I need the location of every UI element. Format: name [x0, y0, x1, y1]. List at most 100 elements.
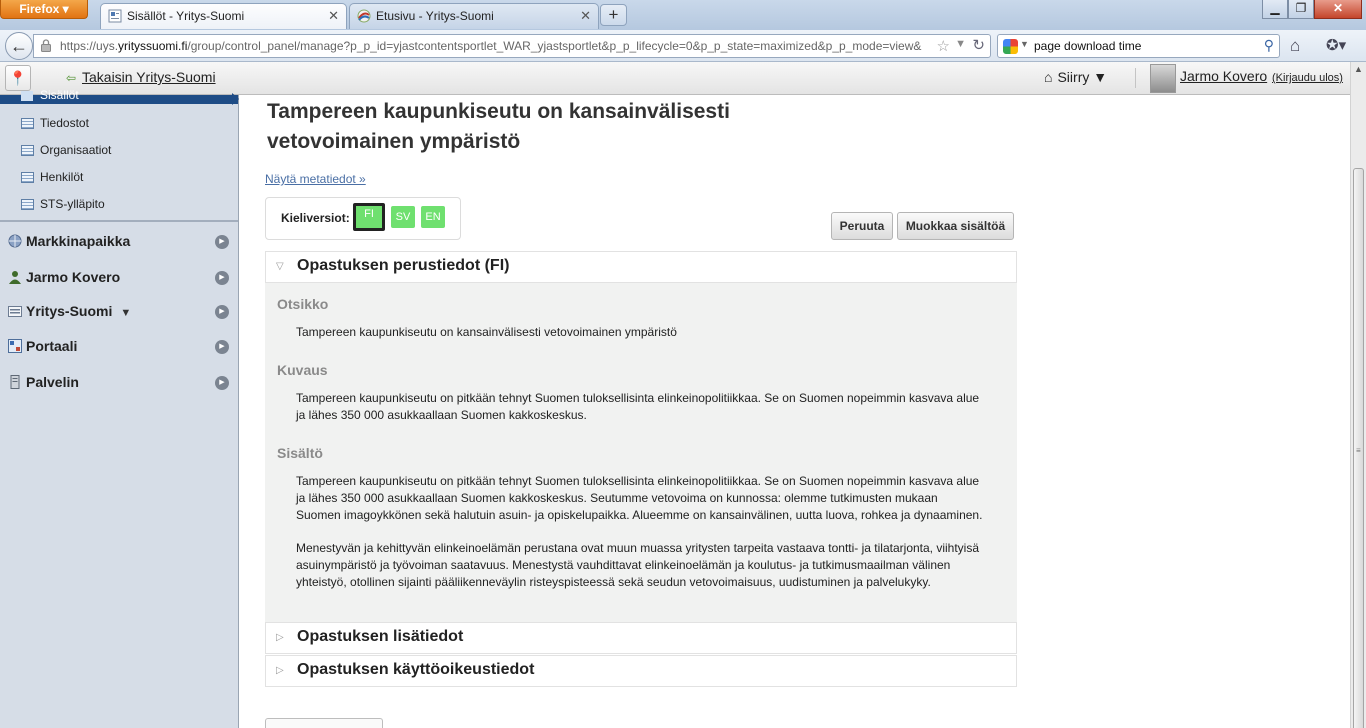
search-input[interactable]: page download time: [1034, 35, 1141, 57]
expand-arrow-icon: ▷: [276, 665, 284, 676]
sidebar-category-markkinapaikka[interactable]: Markkinapaikka ▶: [0, 225, 238, 259]
url-prefix: https://uys.: [60, 39, 119, 53]
site-dropdown-icon[interactable]: ▼: [120, 307, 131, 319]
panel-title: Opastuksen käyttöoikeustiedot: [297, 661, 535, 678]
pin-icon[interactable]: 📍: [5, 65, 31, 91]
basic-info-panel-header[interactable]: ▽ Opastuksen perustiedot (FI): [265, 251, 1017, 283]
control-panel-sidebar: Sisällöt Tiedostot Organisaatiot Henkilö…: [0, 88, 239, 728]
sidebar-category-label: Jarmo Kovero: [26, 269, 121, 285]
sidebar-item-sts-yllapito[interactable]: STS-ylläpito: [0, 192, 238, 219]
content-list-icon: [21, 199, 34, 210]
active-item-pointer: [232, 93, 239, 105]
expand-arrow-icon[interactable]: ▶: [215, 305, 229, 319]
restore-button[interactable]: ❐: [1288, 0, 1314, 19]
server-icon: [10, 375, 20, 389]
show-metadata-link[interactable]: Näytä metatiedot »: [265, 172, 366, 186]
logout-link[interactable]: (Kirjaudu ulos): [1272, 63, 1343, 94]
sidebar-item-label: Sisällöt: [40, 88, 79, 102]
sidebar-item-label: Organisaatiot: [40, 143, 112, 157]
tab-etusivu[interactable]: Etusivu - Yritys-Suomi ✕: [349, 3, 599, 29]
sidebar-category-label: Palvelin: [26, 374, 79, 390]
text-line: Tampereen kaupunkiseutu on pitkään tehny…: [296, 391, 980, 405]
collapse-arrow-icon: ▽: [276, 261, 284, 272]
sidebar-category-jarmo-kovero[interactable]: Jarmo Kovero ▶: [0, 261, 238, 295]
search-engine-dropdown-icon[interactable]: ▼: [1020, 39, 1029, 49]
cancel-button[interactable]: Peruuta: [831, 212, 893, 240]
expand-arrow-icon[interactable]: ▶: [215, 340, 229, 354]
language-sv-button[interactable]: SV: [391, 206, 415, 228]
field-label-content: Sisältö: [277, 445, 323, 461]
text-line: Menestyvän ja kehittyvän elinkeinoelämän…: [296, 541, 980, 555]
tab-close-icon[interactable]: ✕: [328, 4, 339, 28]
field-value-content-paragraph: Menestyvän ja kehittyvän elinkeinoelämän…: [296, 540, 1008, 591]
scroll-up-arrow-icon[interactable]: ▲: [1351, 64, 1366, 79]
avatar[interactable]: [1150, 64, 1176, 93]
portal-icon: [8, 339, 22, 353]
tab-title: Etusivu - Yritys-Suomi: [376, 9, 494, 23]
address-bar[interactable]: https://uys.yrityssuomi.fi/group/control…: [33, 34, 991, 58]
page-scrollbar[interactable]: ▲ ≡: [1350, 62, 1366, 728]
language-versions-box: Kieliversiot: FI SV EN: [265, 197, 461, 240]
language-versions-label: Kieliversiot:: [281, 211, 350, 225]
panel-title: Opastuksen lisätiedot: [297, 628, 464, 645]
reload-icon[interactable]: ↻: [972, 36, 985, 54]
field-value-description: Tampereen kaupunkiseutu on pitkään tehny…: [296, 390, 1008, 424]
sidebar-item-organisaatiot[interactable]: Organisaatiot: [0, 138, 238, 165]
dockbar: 📍 ⇦ Takaisin Yritys-Suomi ⌂ Siirry ▼ Jarm…: [0, 62, 1350, 95]
sidebar-category-yritys-suomi[interactable]: Yritys-Suomi ▼ ▶: [0, 295, 238, 329]
tab-sisallot[interactable]: Sisällöt - Yritys-Suomi ✕: [100, 3, 347, 29]
sidebar-category-portaali[interactable]: Portaali ▶: [0, 330, 238, 364]
search-icon[interactable]: ⚲: [1264, 37, 1274, 54]
back-to-site-link[interactable]: Takaisin Yritys-Suomi: [82, 62, 216, 93]
scrollbar-grip: ≡: [1356, 446, 1361, 455]
main-content: Tampereen kaupunkiseutu on kansainvälise…: [240, 95, 1350, 728]
search-bar[interactable]: ▼ page download time ⚲: [997, 34, 1280, 58]
user-name-link[interactable]: Jarmo Kovero: [1180, 62, 1267, 91]
sidebar-item-tiedostot[interactable]: Tiedostot: [0, 111, 238, 138]
expand-arrow-icon[interactable]: ▶: [215, 235, 229, 249]
page-title: Tampereen kaupunkiseutu on kansainvälise…: [267, 100, 730, 153]
sidebar-category-label: Markkinapaikka: [26, 233, 131, 249]
sidebar-item-sisallot[interactable]: Sisällöt: [0, 88, 238, 104]
google-search-icon[interactable]: [1003, 39, 1018, 54]
expand-arrow-icon[interactable]: ▶: [215, 376, 229, 390]
new-tab-button[interactable]: +: [600, 4, 627, 26]
content-list-icon: [21, 145, 34, 156]
goto-menu[interactable]: ⌂ Siirry ▼: [1044, 62, 1107, 93]
sidebar-category-label: Portaali: [26, 338, 78, 354]
edit-content-button[interactable]: Muokkaa sisältöä: [897, 212, 1014, 240]
tab-title: Sisällöt - Yritys-Suomi: [127, 9, 245, 23]
browser-navigation-bar: ← https://uys.yrityssuomi.fi/group/contr…: [0, 30, 1366, 62]
bookmark-star-icon[interactable]: ☆: [937, 37, 950, 55]
language-fi-button[interactable]: FI: [353, 203, 385, 231]
tab-close-icon[interactable]: ✕: [580, 4, 591, 28]
language-en-button[interactable]: EN: [421, 206, 445, 228]
goto-label: Siirry: [1057, 69, 1090, 85]
content-list-icon: [21, 172, 34, 183]
back-arrow-icon[interactable]: ←: [5, 32, 33, 60]
sidebar-item-henkilot[interactable]: Henkilöt: [0, 165, 238, 192]
rights-info-panel-header[interactable]: ▷ Opastuksen käyttöoikeustiedot: [265, 655, 1017, 687]
basic-info-panel-body: Otsikko Tampereen kaupunkiseutu on kansa…: [265, 283, 1017, 623]
text-line: ja lähes 350 000 asukkaallaan Suomen kak…: [296, 408, 587, 422]
sidebar-category-label: Yritys-Suomi ▼: [26, 303, 131, 319]
scrollbar-thumb[interactable]: ≡: [1353, 168, 1364, 728]
sidebar-category-palvelin[interactable]: Palvelin ▶: [0, 366, 238, 400]
text-line: ja lähes 350 000 asukkaallaan Suomen kak…: [296, 491, 938, 505]
home-icon[interactable]: ⌂: [1290, 36, 1300, 56]
field-value-title: Tampereen kaupunkiseutu on kansainvälise…: [296, 324, 1008, 341]
partial-bottom-button[interactable]: [265, 718, 383, 728]
bookmarks-menu-icon[interactable]: ✪▾: [1326, 36, 1346, 54]
expand-arrow-icon[interactable]: ▶: [215, 271, 229, 285]
extra-info-panel-header[interactable]: ▷ Opastuksen lisätiedot: [265, 622, 1017, 654]
history-dropdown-icon[interactable]: ▼: [955, 38, 966, 50]
browser-title-bar: Firefox ▾ Sisällöt - Yritys-Suomi ✕ Etus…: [0, 0, 1366, 30]
text-line: Tampereen kaupunkiseutu on pitkään tehny…: [296, 474, 980, 488]
minimize-button[interactable]: ▁: [1262, 0, 1288, 19]
page-favicon-icon: [108, 9, 122, 23]
url-text: https://uys.yrityssuomi.fi/group/control…: [60, 35, 930, 57]
firefox-menu-button[interactable]: Firefox ▾: [0, 0, 88, 19]
site-favicon-icon: [357, 9, 371, 23]
lock-icon: [41, 39, 51, 52]
close-window-button[interactable]: ✕: [1314, 0, 1362, 19]
